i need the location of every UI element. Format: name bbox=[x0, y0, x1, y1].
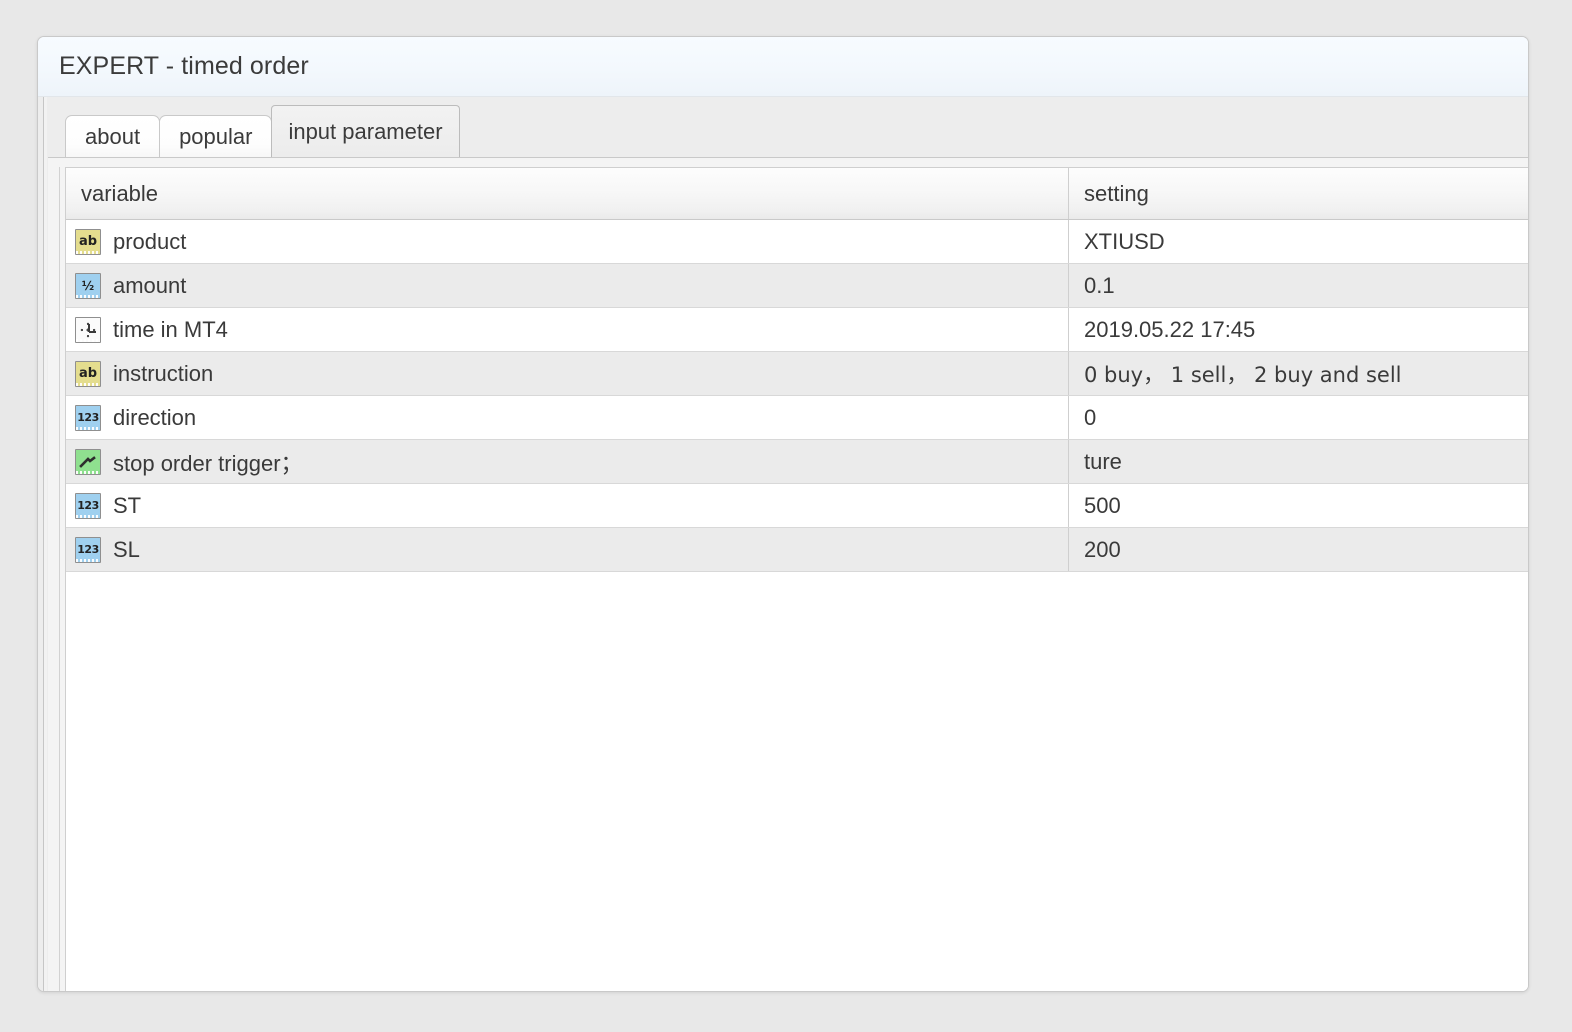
table-row[interactable]: ½ amount 0.1 bbox=[66, 264, 1528, 308]
tab-about[interactable]: about bbox=[65, 115, 161, 157]
setting-cell[interactable]: XTIUSD bbox=[1068, 220, 1528, 263]
variable-cell: 123 ST bbox=[66, 484, 1068, 527]
variable-label: stop order trigger； bbox=[113, 450, 303, 476]
table-row[interactable]: 123 SL 200 bbox=[66, 528, 1528, 572]
table-row[interactable]: 123 direction 0 bbox=[66, 396, 1528, 440]
table-row[interactable]: time in MT4 2019.05.22 17:45 bbox=[66, 308, 1528, 352]
table-body: ab product XTIUSD ½ amount 0.1 time in M… bbox=[66, 220, 1528, 572]
variable-cell: ab product bbox=[66, 220, 1068, 263]
double-type-icon: ½ bbox=[75, 272, 101, 299]
page-title: EXPERT - timed order bbox=[59, 52, 309, 80]
tab-content-input-parameter: variable setting ab product XTIUSD ½ amo… bbox=[48, 157, 1528, 991]
variable-cell: time in MT4 bbox=[66, 308, 1068, 351]
boolean-type-icon bbox=[75, 448, 101, 475]
variable-cell: ½ amount bbox=[66, 264, 1068, 307]
tab-panel: about popular input parameter variable s… bbox=[48, 97, 1528, 991]
column-header-setting[interactable]: setting bbox=[1068, 168, 1528, 219]
integer-type-icon: 123 bbox=[75, 536, 101, 563]
setting-cell[interactable]: 0 buy， 1 sell， 2 buy and sell bbox=[1068, 352, 1528, 395]
table-row[interactable]: stop order trigger； ture bbox=[66, 440, 1528, 484]
variable-label: instruction bbox=[113, 360, 214, 386]
tab-input-parameter[interactable]: input parameter bbox=[271, 105, 460, 157]
variable-cell: 123 direction bbox=[66, 396, 1068, 439]
table-row[interactable]: ab product XTIUSD bbox=[66, 220, 1528, 264]
panel-rail-inner bbox=[44, 97, 47, 991]
table-header-row: variable setting bbox=[66, 168, 1528, 220]
table-row[interactable]: ab instruction 0 buy， 1 sell， 2 buy and … bbox=[66, 352, 1528, 396]
table-row[interactable]: 123 ST 500 bbox=[66, 484, 1528, 528]
setting-cell[interactable]: 200 bbox=[1068, 528, 1528, 571]
datetime-type-icon bbox=[75, 316, 101, 343]
setting-cell[interactable]: 0.1 bbox=[1068, 264, 1528, 307]
expert-window: EXPERT - timed order about popular input… bbox=[37, 36, 1529, 992]
variable-cell: ab instruction bbox=[66, 352, 1068, 395]
variable-label: direction bbox=[113, 404, 197, 430]
setting-cell[interactable]: 0 bbox=[1068, 396, 1528, 439]
setting-cell[interactable]: ture bbox=[1068, 440, 1528, 483]
tab-popular[interactable]: popular bbox=[159, 115, 273, 157]
variable-label: SL bbox=[113, 536, 140, 562]
column-header-variable[interactable]: variable bbox=[66, 168, 1068, 219]
variable-label: amount bbox=[113, 272, 187, 298]
string-type-icon: ab bbox=[75, 228, 101, 255]
variable-label: product bbox=[113, 228, 187, 254]
window-body: about popular input parameter variable s… bbox=[38, 97, 1528, 991]
parameters-table: variable setting ab product XTIUSD ½ amo… bbox=[65, 167, 1528, 991]
string-type-icon: ab bbox=[75, 360, 101, 387]
clock-hand-hour bbox=[89, 330, 96, 333]
setting-cell[interactable]: 2019.05.22 17:45 bbox=[1068, 308, 1528, 351]
integer-type-icon: 123 bbox=[75, 492, 101, 519]
variable-label: ST bbox=[113, 492, 142, 518]
variable-cell: stop order trigger； bbox=[66, 440, 1068, 483]
content-rail bbox=[59, 167, 60, 991]
window-titlebar: EXPERT - timed order bbox=[38, 37, 1528, 97]
integer-type-icon: 123 bbox=[75, 404, 101, 431]
tab-strip: about popular input parameter bbox=[48, 97, 1528, 157]
variable-label: time in MT4 bbox=[113, 316, 228, 342]
setting-cell[interactable]: 500 bbox=[1068, 484, 1528, 527]
variable-cell: 123 SL bbox=[66, 528, 1068, 571]
